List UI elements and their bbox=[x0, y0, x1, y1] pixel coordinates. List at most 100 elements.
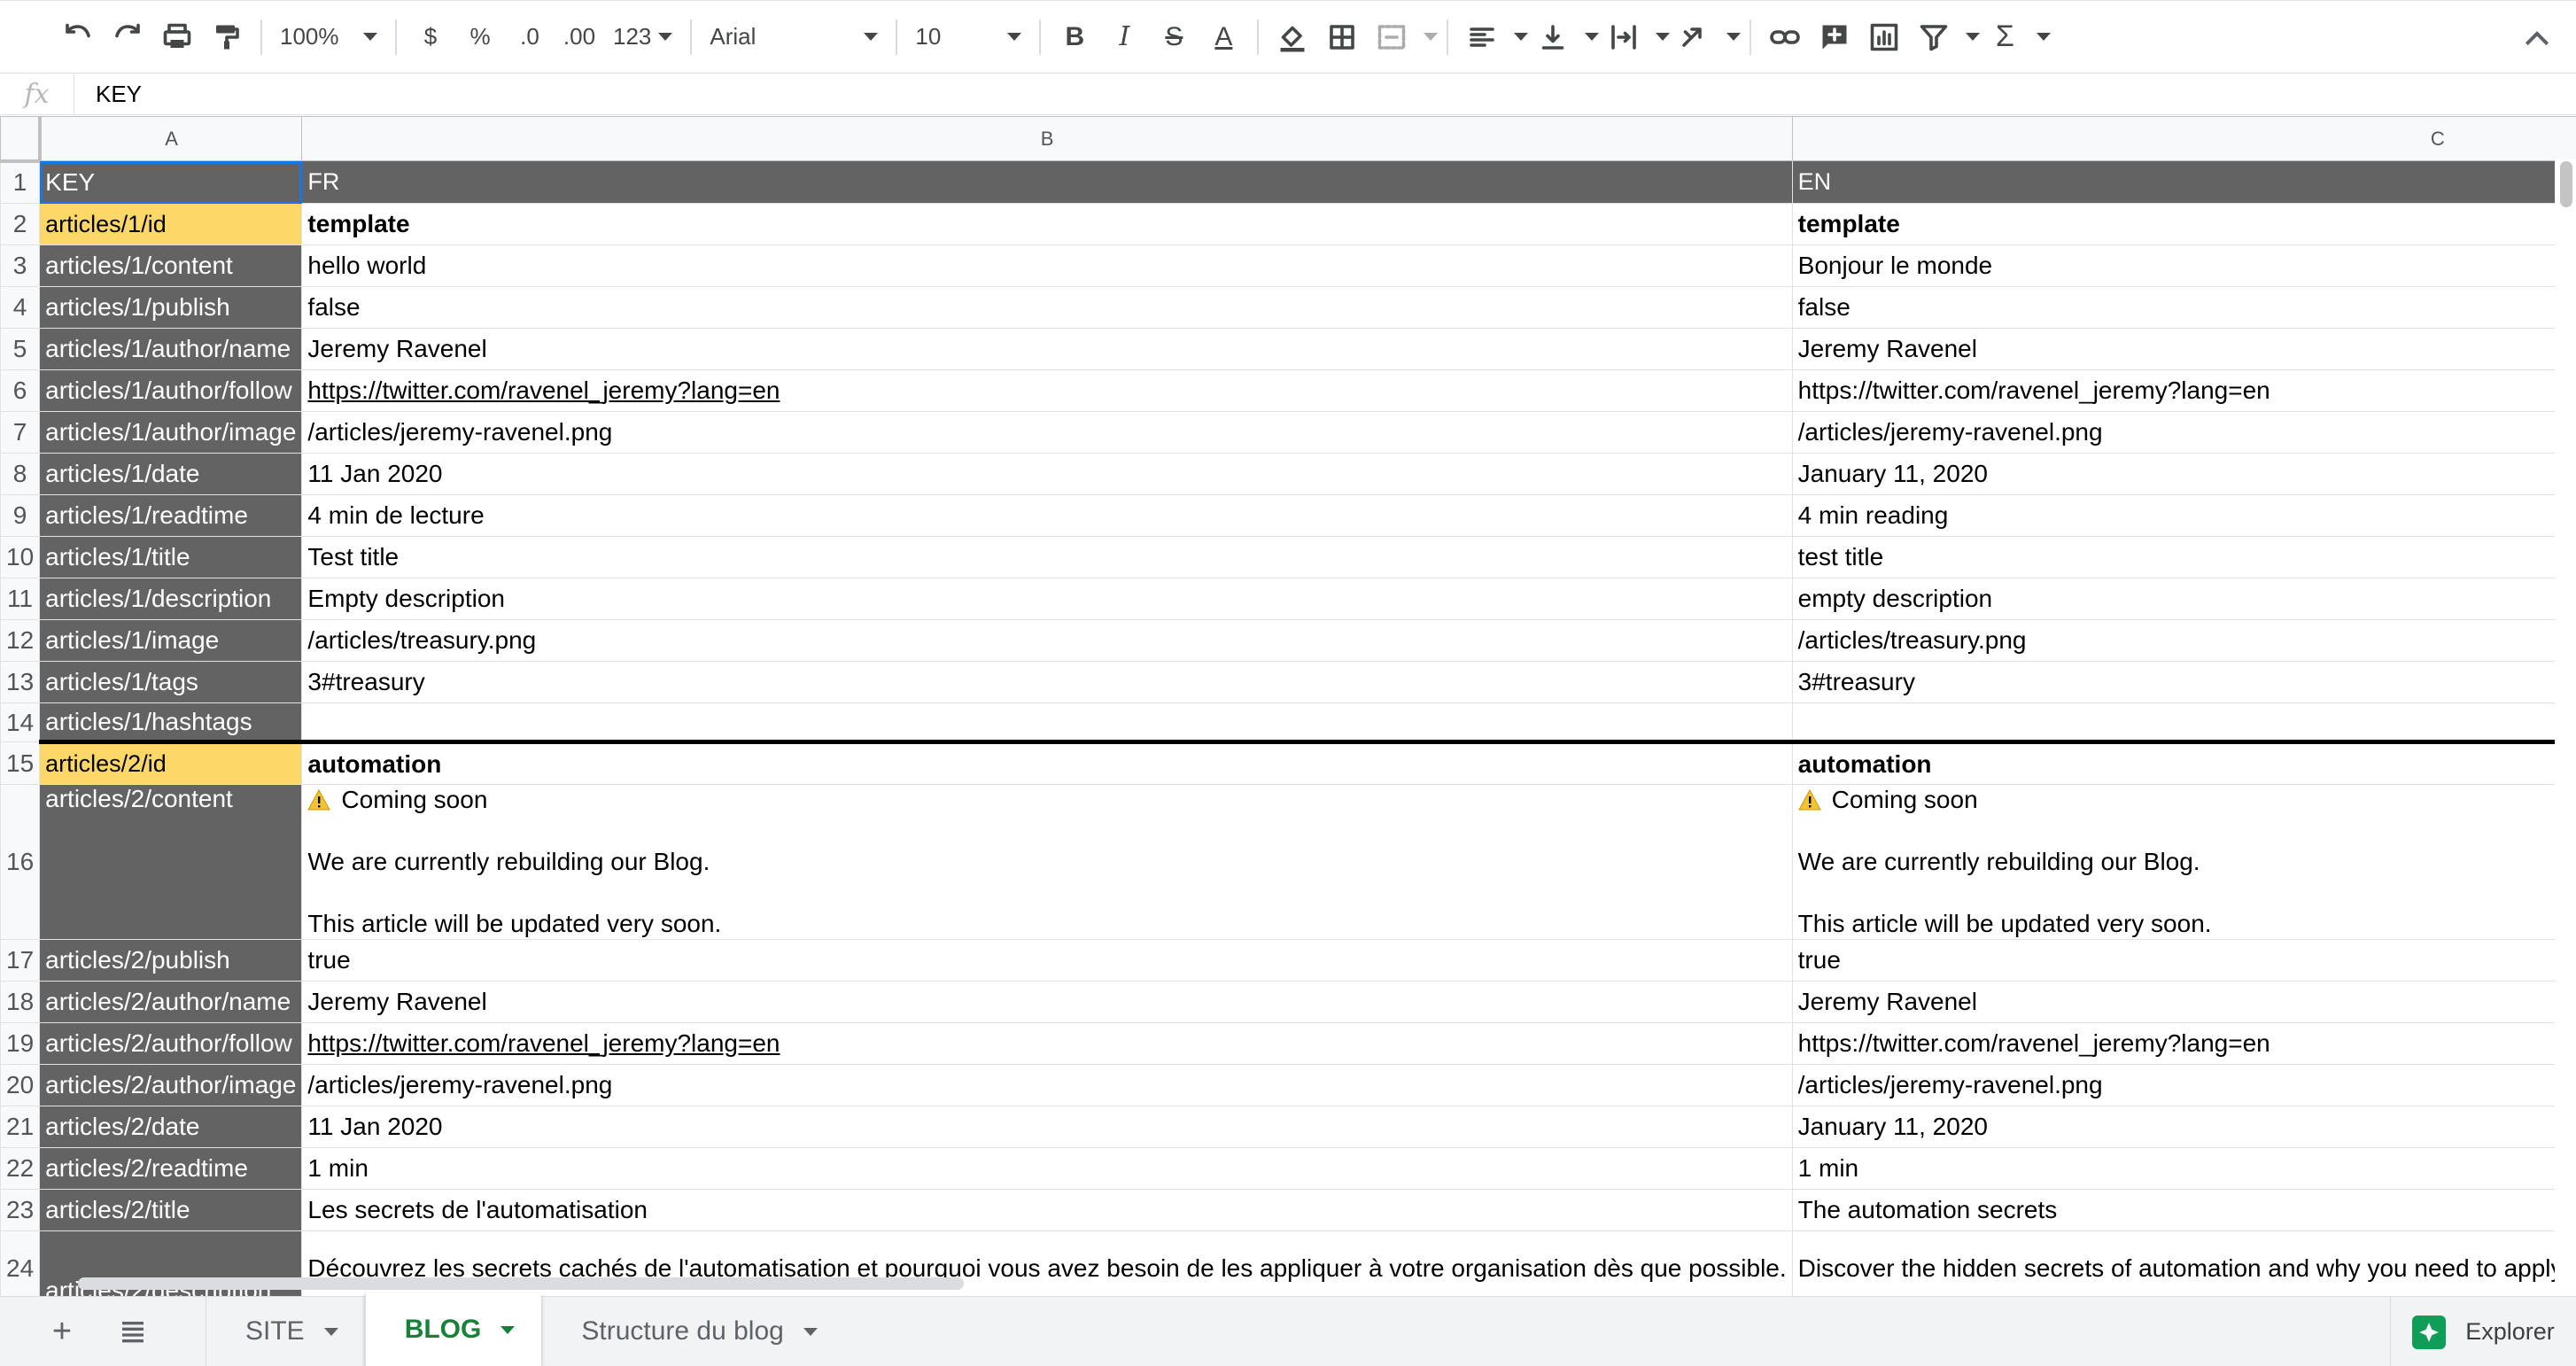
data-cell[interactable]: /articles/jeremy-ravenel.png bbox=[1791, 1064, 2576, 1106]
key-cell[interactable]: articles/1/content bbox=[39, 244, 303, 287]
decrease-decimal-button[interactable]: .0 bbox=[505, 12, 555, 62]
key-cell[interactable]: articles/1/description bbox=[39, 578, 303, 620]
data-cell[interactable]: 11 Jan 2020 bbox=[301, 453, 1793, 495]
currency-format-button[interactable]: $ bbox=[406, 12, 455, 62]
data-cell[interactable]: https://twitter.com/ravenel_jeremy?lang=… bbox=[301, 1022, 1793, 1065]
row-header[interactable]: 23 bbox=[0, 1189, 41, 1231]
row-header[interactable]: 7 bbox=[0, 411, 41, 454]
data-cell[interactable]: test title bbox=[1791, 536, 2576, 578]
insert-comment-icon[interactable] bbox=[1810, 12, 1859, 62]
row-header[interactable]: 16 bbox=[0, 784, 41, 940]
horizontal-align-icon[interactable] bbox=[1457, 12, 1507, 62]
undo-icon[interactable] bbox=[53, 12, 103, 62]
key-cell[interactable]: articles/1/author/follow bbox=[39, 369, 303, 412]
data-cell[interactable]: true bbox=[1791, 939, 2576, 982]
data-cell[interactable]: https://twitter.com/ravenel_jeremy?lang=… bbox=[1791, 369, 2576, 412]
chevron-down-icon[interactable] bbox=[500, 1325, 516, 1334]
data-cell[interactable]: Test title bbox=[301, 536, 1793, 578]
data-cell[interactable]: hello world bbox=[301, 244, 1793, 287]
data-cell[interactable]: automation bbox=[1791, 741, 2576, 785]
increase-decimal-button[interactable]: .00 bbox=[555, 12, 604, 62]
data-cell[interactable]: Empty description bbox=[301, 578, 1793, 620]
chevron-down-icon[interactable] bbox=[1966, 33, 1981, 41]
key-cell[interactable]: articles/2/date bbox=[39, 1106, 303, 1148]
key-cell[interactable]: articles/1/image bbox=[39, 619, 303, 662]
vertical-scrollbar[interactable] bbox=[2555, 159, 2576, 1296]
insert-link-icon[interactable] bbox=[1760, 12, 1810, 62]
vertical-scroll-thumb[interactable] bbox=[2560, 161, 2572, 207]
chevron-down-icon[interactable] bbox=[1424, 33, 1439, 41]
key-cell[interactable]: articles/1/hashtags bbox=[39, 702, 303, 744]
chevron-down-icon[interactable] bbox=[323, 1327, 338, 1336]
key-cell[interactable]: articles/1/tags bbox=[39, 661, 303, 703]
data-cell[interactable]: Coming soon We are currently rebuilding o… bbox=[1791, 784, 2576, 940]
row-header[interactable]: 18 bbox=[0, 981, 41, 1023]
add-sheet-button[interactable]: + bbox=[27, 1297, 97, 1366]
key-cell[interactable]: articles/2/author/name bbox=[39, 981, 303, 1023]
column-header-c[interactable]: C bbox=[1791, 116, 2576, 161]
select-all-corner[interactable] bbox=[0, 116, 42, 163]
data-cell[interactable]: Coming soon We are currently rebuilding o… bbox=[301, 784, 1793, 940]
filter-icon[interactable] bbox=[1909, 12, 1959, 62]
key-cell[interactable]: articles/2/id bbox=[39, 741, 303, 785]
data-cell[interactable]: The automation secrets bbox=[1791, 1189, 2576, 1231]
vertical-align-icon[interactable] bbox=[1528, 12, 1578, 62]
horizontal-scrollbar[interactable] bbox=[78, 1276, 2541, 1292]
key-cell[interactable]: articles/2/title bbox=[39, 1189, 303, 1231]
data-cell[interactable]: January 11, 2020 bbox=[1791, 1106, 2576, 1148]
row-header[interactable]: 21 bbox=[0, 1106, 41, 1148]
chevron-down-icon[interactable] bbox=[1514, 33, 1529, 41]
row-header[interactable]: 6 bbox=[0, 369, 41, 412]
data-cell[interactable]: 1 min bbox=[1791, 1147, 2576, 1190]
data-cell[interactable]: Jeremy Ravenel bbox=[301, 981, 1793, 1023]
data-cell[interactable]: EN bbox=[1791, 160, 2576, 204]
key-cell[interactable]: articles/2/content bbox=[39, 784, 303, 940]
data-cell[interactable]: false bbox=[301, 286, 1793, 329]
data-cell[interactable]: Les secrets de l'automatisation bbox=[301, 1189, 1793, 1231]
data-cell[interactable]: false bbox=[1791, 286, 2576, 329]
key-cell[interactable]: KEY bbox=[39, 160, 303, 204]
data-cell[interactable]: Jeremy Ravenel bbox=[301, 328, 1793, 370]
percent-format-button[interactable]: % bbox=[455, 12, 505, 62]
print-icon[interactable] bbox=[152, 12, 202, 62]
all-sheets-icon[interactable] bbox=[97, 1297, 168, 1366]
key-cell[interactable]: articles/1/publish bbox=[39, 286, 303, 329]
redo-icon[interactable] bbox=[103, 12, 152, 62]
column-header-a[interactable]: A bbox=[39, 116, 303, 161]
merge-cells-icon[interactable] bbox=[1367, 12, 1416, 62]
row-header[interactable]: 3 bbox=[0, 244, 41, 287]
data-cell[interactable]: /articles/treasury.png bbox=[301, 619, 1793, 662]
data-cell[interactable]: 3#treasury bbox=[301, 661, 1793, 703]
key-cell[interactable]: articles/2/readtime bbox=[39, 1147, 303, 1190]
key-cell[interactable]: articles/1/title bbox=[39, 536, 303, 578]
column-header-b[interactable]: B bbox=[301, 116, 1793, 161]
row-header[interactable]: 13 bbox=[0, 661, 41, 703]
data-cell[interactable] bbox=[1791, 702, 2576, 744]
key-cell[interactable]: articles/1/date bbox=[39, 453, 303, 495]
data-cell[interactable]: true bbox=[301, 939, 1793, 982]
key-cell[interactable]: articles/2/author/image bbox=[39, 1064, 303, 1106]
data-cell[interactable]: empty description bbox=[1791, 578, 2576, 620]
chevron-down-icon[interactable] bbox=[1656, 33, 1671, 41]
row-header[interactable]: 24 bbox=[0, 1230, 41, 1296]
data-cell[interactable]: template bbox=[301, 203, 1793, 245]
explore-button[interactable]: Explorer bbox=[2390, 1297, 2576, 1366]
data-cell[interactable]: January 11, 2020 bbox=[1791, 453, 2576, 495]
row-header[interactable]: 9 bbox=[0, 494, 41, 537]
key-cell[interactable]: articles/2/author/follow bbox=[39, 1022, 303, 1065]
row-header[interactable]: 19 bbox=[0, 1022, 41, 1065]
sheet-tab[interactable]: Structure du blog bbox=[541, 1296, 843, 1366]
functions-icon[interactable]: Σ bbox=[1980, 12, 2029, 62]
data-cell[interactable]: automation bbox=[301, 741, 1793, 785]
data-cell[interactable]: Jeremy Ravenel bbox=[1791, 981, 2576, 1023]
borders-icon[interactable] bbox=[1317, 12, 1367, 62]
row-header[interactable]: 15 bbox=[0, 741, 41, 785]
key-cell[interactable]: articles/1/author/name bbox=[39, 328, 303, 370]
row-header[interactable]: 2 bbox=[0, 203, 41, 245]
strikethrough-button[interactable]: S bbox=[1149, 12, 1199, 62]
data-cell[interactable]: 3#treasury bbox=[1791, 661, 2576, 703]
data-cell[interactable]: /articles/jeremy-ravenel.png bbox=[301, 1064, 1793, 1106]
data-cell[interactable]: 4 min de lecture bbox=[301, 494, 1793, 537]
key-cell[interactable]: articles/1/readtime bbox=[39, 494, 303, 537]
data-cell[interactable]: Jeremy Ravenel bbox=[1791, 328, 2576, 370]
